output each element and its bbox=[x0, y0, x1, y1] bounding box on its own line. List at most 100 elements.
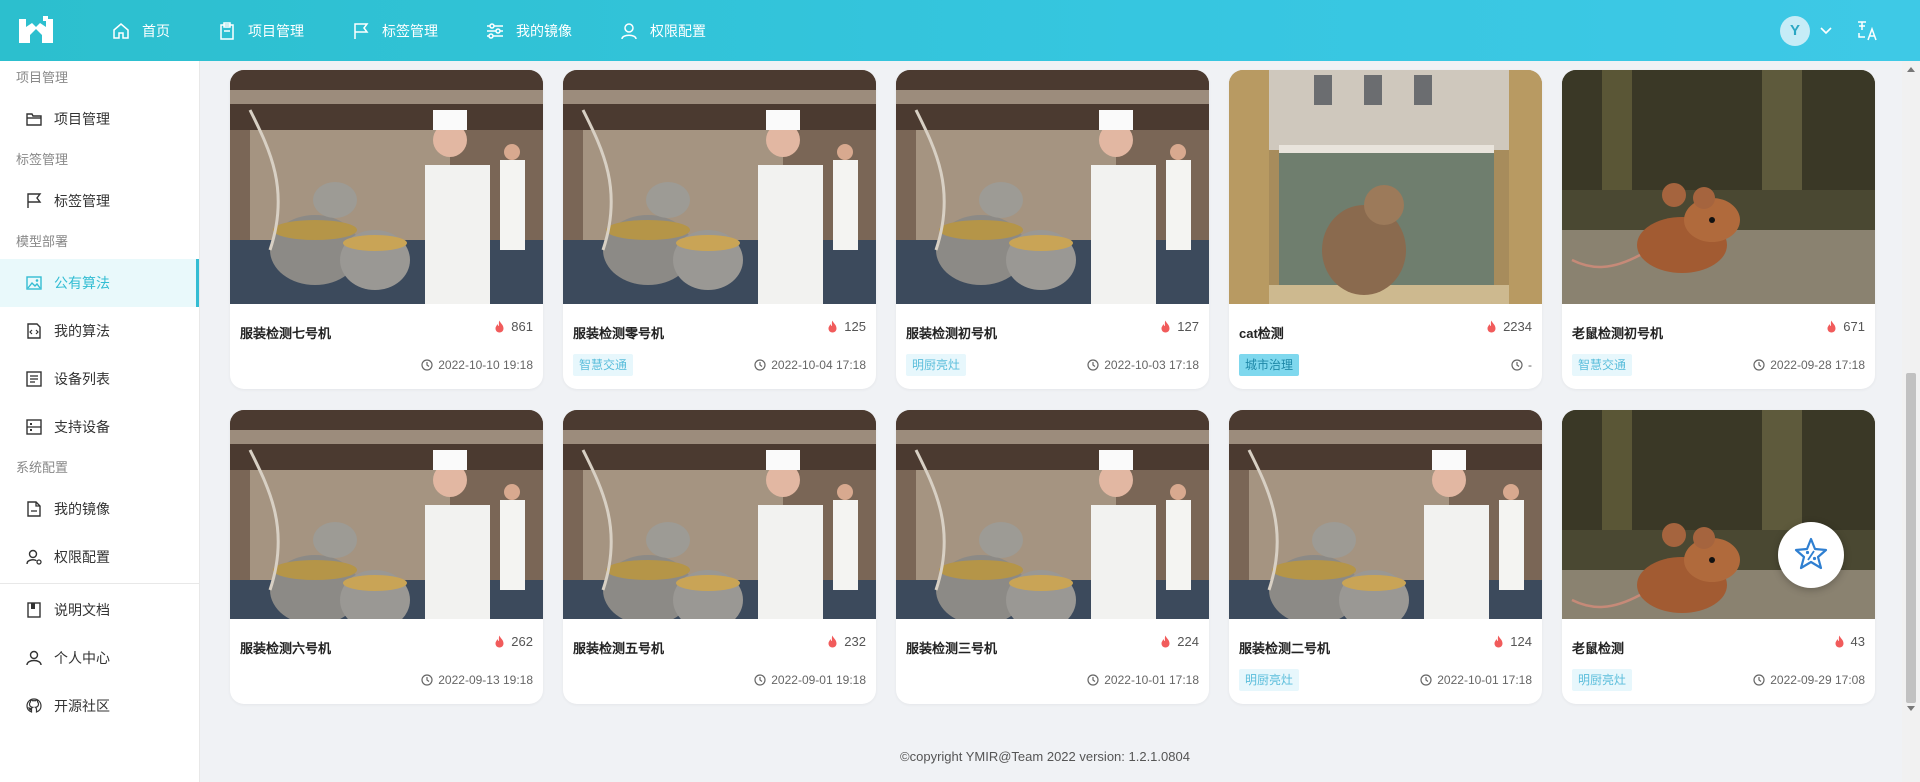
card-tag[interactable]: 智慧交通 bbox=[1572, 354, 1633, 376]
app-logo[interactable] bbox=[0, 0, 72, 61]
algorithm-card[interactable]: 服装检测七号机 861 2022-10-10 19:18 bbox=[230, 70, 543, 389]
card-image-art bbox=[1229, 70, 1542, 304]
card-hot-count: 861 bbox=[494, 319, 533, 334]
chevron-down-icon[interactable] bbox=[1820, 26, 1832, 35]
sidebar-item-label-label: 标签管理 bbox=[54, 193, 110, 209]
card-image[interactable] bbox=[896, 70, 1209, 304]
card-timestamp: - bbox=[1511, 358, 1532, 372]
sidebar-item-personal[interactable]: 个人中心 bbox=[0, 634, 199, 682]
card-time-value: 2022-10-01 17:18 bbox=[1104, 673, 1199, 687]
card-title[interactable]: 老鼠检测初号机 bbox=[1572, 323, 1663, 342]
card-image[interactable] bbox=[563, 70, 876, 304]
card-title[interactable]: 服装检测零号机 bbox=[573, 323, 664, 342]
card-hot-count: 125 bbox=[827, 319, 866, 334]
card-hot-value: 232 bbox=[844, 634, 866, 649]
vertical-scrollbar[interactable] bbox=[1902, 61, 1920, 782]
scroll-thumb[interactable] bbox=[1906, 373, 1916, 703]
folder-icon bbox=[26, 113, 42, 126]
sidebar-item-personal-label: 个人中心 bbox=[54, 650, 110, 666]
algorithm-card[interactable]: 服装检测六号机 262 2022-09-13 19:18 bbox=[230, 410, 543, 704]
fire-icon bbox=[1161, 320, 1170, 333]
card-tag[interactable]: 城市治理 bbox=[1239, 354, 1300, 376]
sidebar: 项目管理 项目管理 标签管理 标签管理 模型部署 公有算法 我的算法 设备列表 … bbox=[0, 61, 200, 782]
nav-permission[interactable]: 权限配置 bbox=[620, 0, 706, 61]
sidebar-item-my-algo-label: 我的算法 bbox=[54, 323, 110, 339]
card-title[interactable]: 服装检测六号机 bbox=[240, 638, 331, 657]
card-time-value: - bbox=[1528, 358, 1532, 372]
algorithm-card[interactable]: 服装检测初号机 127 明厨亮灶 2022-10-03 17:18 bbox=[896, 70, 1209, 389]
sidebar-item-permission[interactable]: 权限配置 bbox=[0, 533, 199, 581]
card-image[interactable] bbox=[1229, 410, 1542, 619]
algorithm-card[interactable]: 服装检测三号机 224 2022-10-01 17:18 bbox=[896, 410, 1209, 704]
card-image[interactable] bbox=[1229, 70, 1542, 304]
nav-project[interactable]: 项目管理 bbox=[218, 0, 304, 61]
nav-image[interactable]: 我的镜像 bbox=[486, 0, 572, 61]
card-title[interactable]: 服装检测二号机 bbox=[1239, 638, 1330, 657]
card-image[interactable] bbox=[563, 410, 876, 619]
card-hot-count: 124 bbox=[1493, 634, 1532, 649]
nav-label[interactable]: 标签管理 bbox=[352, 0, 438, 61]
algorithm-card[interactable]: 服装检测零号机 125 智慧交通 2022-10-04 17:18 bbox=[563, 70, 876, 389]
sidebar-group-label: 标签管理 bbox=[16, 152, 69, 167]
sidebar-item-my-image[interactable]: 我的镜像 bbox=[0, 485, 199, 533]
card-image[interactable] bbox=[896, 410, 1209, 619]
card-title[interactable]: 服装检测三号机 bbox=[906, 638, 997, 657]
sidebar-item-support-device[interactable]: 支持设备 bbox=[0, 403, 199, 451]
card-timestamp: 2022-09-28 17:18 bbox=[1753, 358, 1865, 372]
card-hot-value: 224 bbox=[1177, 634, 1199, 649]
card-title[interactable]: 服装检测七号机 bbox=[240, 323, 331, 342]
sidebar-item-my-algo[interactable]: 我的算法 bbox=[0, 307, 199, 355]
card-timestamp: 2022-10-01 17:18 bbox=[1420, 673, 1532, 687]
card-tag[interactable]: 智慧交通 bbox=[573, 354, 634, 376]
nav-project-label: 项目管理 bbox=[248, 22, 304, 39]
avatar[interactable]: Y bbox=[1780, 15, 1810, 46]
card-image[interactable] bbox=[230, 70, 543, 304]
nav-label-label: 标签管理 bbox=[382, 22, 438, 39]
sidebar-item-docs[interactable]: 说明文档 bbox=[0, 586, 199, 634]
card-hot-value: 262 bbox=[511, 634, 533, 649]
card-image-art bbox=[230, 70, 543, 304]
sidebar-item-public-algo[interactable]: 公有算法 bbox=[0, 259, 199, 307]
card-image-art bbox=[896, 410, 1209, 619]
clock-icon bbox=[1420, 674, 1432, 686]
sidebar-item-label[interactable]: 标签管理 bbox=[0, 177, 199, 225]
fire-icon bbox=[495, 320, 504, 333]
card-tag[interactable]: 明厨亮灶 bbox=[906, 354, 967, 376]
fire-icon bbox=[1827, 320, 1836, 333]
header-right: Y bbox=[1780, 0, 1880, 61]
nav-image-label: 我的镜像 bbox=[516, 22, 572, 39]
card-image[interactable] bbox=[230, 410, 543, 619]
algorithm-card[interactable]: 服装检测五号机 232 2022-09-01 19:18 bbox=[563, 410, 876, 704]
card-tag[interactable]: 明厨亮灶 bbox=[1239, 669, 1300, 691]
scroll-up-icon[interactable] bbox=[1902, 63, 1920, 77]
code-file-icon bbox=[27, 323, 41, 339]
card-hot-value: 671 bbox=[1843, 319, 1865, 334]
floating-action-button[interactable] bbox=[1778, 522, 1844, 588]
card-tag[interactable]: 明厨亮灶 bbox=[1572, 669, 1633, 691]
card-title[interactable]: 老鼠检测 bbox=[1572, 638, 1624, 657]
card-image[interactable] bbox=[1562, 410, 1875, 619]
sidebar-item-my-image-label: 我的镜像 bbox=[54, 501, 110, 517]
flag-icon bbox=[354, 22, 369, 39]
card-image[interactable] bbox=[1562, 70, 1875, 304]
language-switch-icon[interactable] bbox=[1856, 19, 1880, 43]
card-hot-count: 262 bbox=[494, 634, 533, 649]
nav-home[interactable]: 首页 bbox=[112, 0, 170, 61]
card-title[interactable]: 服装检测五号机 bbox=[573, 638, 664, 657]
clock-icon bbox=[754, 359, 766, 371]
card-image-art bbox=[896, 70, 1209, 304]
card-title[interactable]: 服装检测初号机 bbox=[906, 323, 997, 342]
star-discount-icon bbox=[1794, 537, 1828, 570]
sidebar-item-device-list[interactable]: 设备列表 bbox=[0, 355, 199, 403]
github-icon bbox=[26, 698, 42, 713]
algorithm-card[interactable]: cat检测 2234 城市治理 - bbox=[1229, 70, 1542, 389]
algorithm-card[interactable]: 老鼠检测初号机 671 智慧交通 2022-09-28 17:18 bbox=[1562, 70, 1875, 389]
scroll-down-icon[interactable] bbox=[1902, 701, 1920, 715]
book-icon bbox=[27, 602, 41, 618]
clock-icon bbox=[421, 359, 433, 371]
sidebar-item-community[interactable]: 开源社区 bbox=[0, 682, 199, 730]
card-title[interactable]: cat检测 bbox=[1239, 323, 1284, 342]
clock-icon bbox=[1087, 359, 1099, 371]
algorithm-card[interactable]: 服装检测二号机 124 明厨亮灶 2022-10-01 17:18 bbox=[1229, 410, 1542, 704]
sidebar-item-project[interactable]: 项目管理 bbox=[0, 95, 199, 143]
